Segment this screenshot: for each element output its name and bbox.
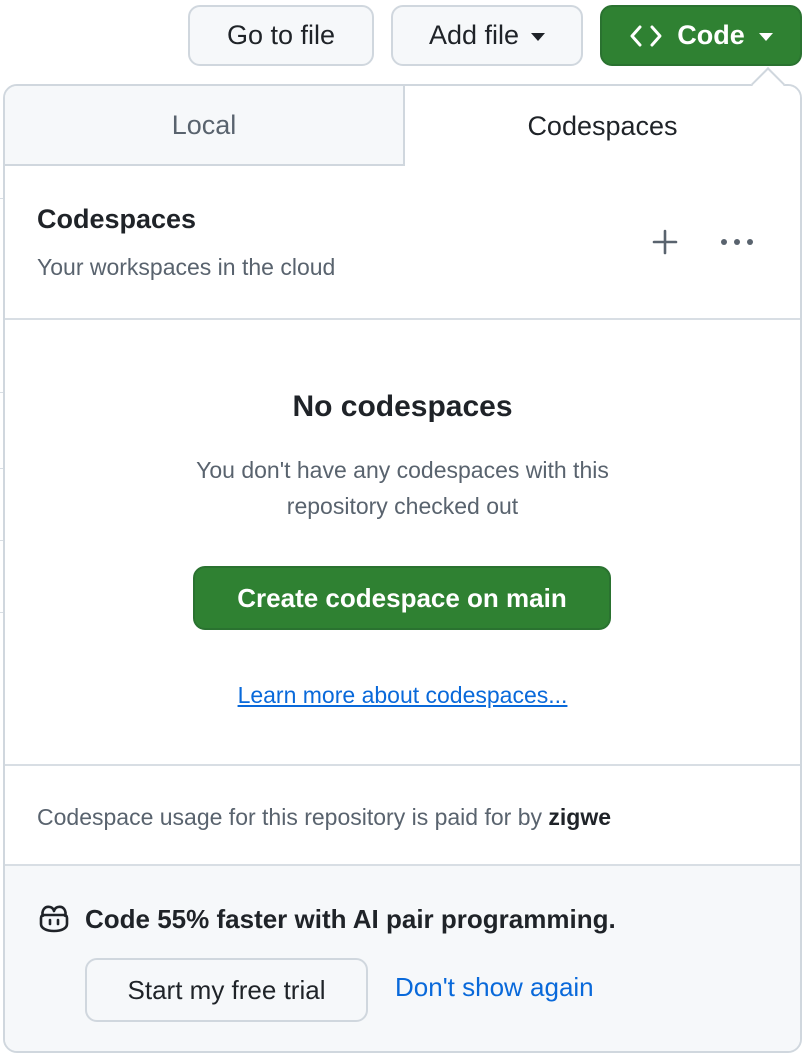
copilot-promo: Code 55% faster with AI pair programming… (5, 866, 800, 1051)
usage-text: Codespace usage for this repository is p… (37, 804, 611, 831)
copilot-icon (39, 905, 69, 933)
empty-state-title: No codespaces (292, 390, 513, 423)
code-icon (629, 24, 663, 48)
go-to-file-button[interactable]: Go to file (188, 5, 374, 66)
caret-down-icon (531, 32, 546, 41)
create-codespace-button[interactable]: Create codespace on main (193, 566, 611, 630)
add-file-button[interactable]: Add file (391, 5, 583, 66)
go-to-file-label: Go to file (226, 20, 336, 50)
code-dropdown-panel: Local Codespaces Codespaces Your workspa… (3, 84, 802, 1053)
codespaces-header: Codespaces Your workspaces in the cloud (5, 166, 800, 320)
tab-codespaces-label: Codespaces (527, 110, 678, 141)
empty-state-description: You don't have any codespaces with this … (196, 457, 609, 519)
start-free-trial-label: Start my free trial (127, 974, 326, 1005)
plus-icon[interactable] (651, 228, 679, 256)
dont-show-again-link[interactable]: Don't show again (395, 972, 594, 1003)
learn-more-link[interactable]: Learn more about codespaces... (5, 682, 800, 709)
caret-down-icon (758, 32, 773, 41)
start-free-trial-button[interactable]: Start my free trial (85, 958, 368, 1022)
tab-codespaces[interactable]: Codespaces (405, 86, 800, 166)
code-button-label: Code (677, 20, 745, 50)
code-button[interactable]: Code (600, 5, 802, 66)
create-codespace-label: Create codespace on main (237, 582, 567, 613)
more-options-icon[interactable] (719, 228, 755, 256)
dropdown-tabs: Local Codespaces (5, 86, 800, 166)
usage-owner: zigwe (548, 804, 612, 830)
empty-state: No codespaces You don't have any codespa… (5, 320, 800, 766)
tab-local-label: Local (171, 109, 237, 140)
promo-text: Code 55% faster with AI pair programming… (85, 904, 616, 934)
codespaces-title: Codespaces (37, 204, 197, 234)
usage-section: Codespace usage for this repository is p… (5, 766, 800, 866)
codespaces-subtitle: Your workspaces in the cloud (37, 254, 336, 280)
add-file-label: Add file (428, 20, 520, 50)
repo-toolbar: Go to file Add file Code (0, 0, 806, 78)
usage-prefix: Codespace usage for this repository is p… (37, 804, 549, 830)
tab-local[interactable]: Local (5, 86, 405, 166)
